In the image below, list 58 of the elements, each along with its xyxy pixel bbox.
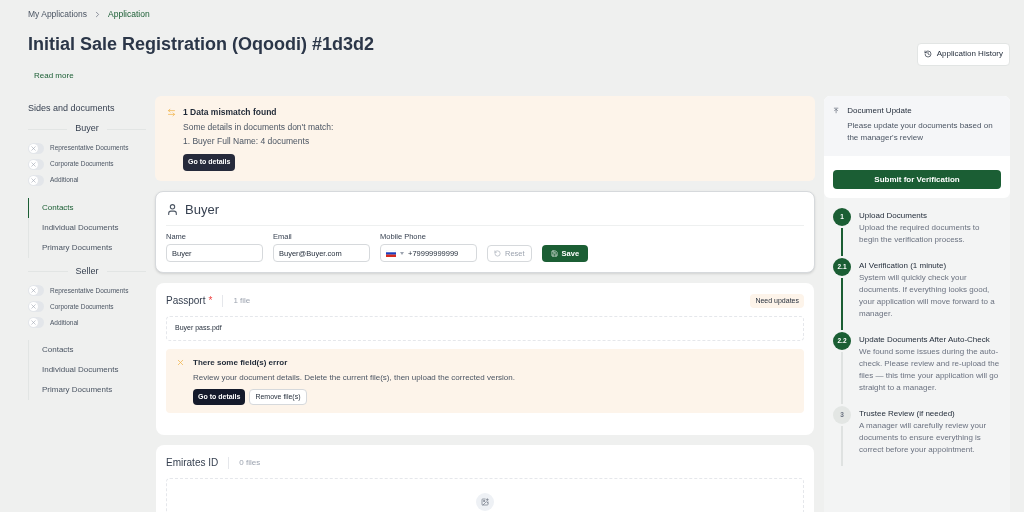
image-icon — [476, 493, 494, 512]
close-icon — [30, 144, 37, 152]
breadcrumb-link[interactable]: Application — [108, 8, 150, 21]
read-more-link[interactable]: Read more — [34, 69, 375, 82]
nav-item[interactable]: Primary Documents — [28, 380, 146, 401]
close-icon — [30, 176, 37, 184]
flag-icon — [386, 249, 396, 257]
close-icon — [30, 160, 37, 168]
file-count: 1 file — [233, 294, 251, 307]
step-title: Trustee Review (if needed) — [859, 408, 956, 421]
step-text: A manager will carefully review your documents to ensure everything is correct before your appointment. — [859, 420, 988, 457]
side-heading: Seller — [75, 264, 99, 278]
side-heading: Buyer — [75, 122, 99, 136]
error-title: There some field(s) error — [193, 356, 289, 369]
file-count: 0 files — [239, 456, 261, 469]
toggle-switch[interactable] — [28, 174, 44, 186]
step-text: We found some issues during the auto-check. Please review and re-upload the files — this time your application will go straight to a manager. — [859, 346, 1001, 395]
required-mark: * — [208, 294, 213, 309]
card-title: Buyer — [185, 200, 219, 219]
step-text: System will quickly check your documents. If everything looks good, your application will move forward to a manager. — [859, 272, 996, 321]
history-button[interactable]: Application History — [916, 42, 1010, 66]
toggle-switch[interactable] — [28, 158, 44, 170]
toggle-switch[interactable] — [28, 317, 44, 329]
floppy-disk-icon — [550, 250, 558, 258]
error-icon — [176, 357, 185, 367]
step-title: AI Verification (1 minute) — [859, 260, 948, 273]
submit-button[interactable]: Submit for Verification — [833, 170, 1001, 190]
nav-item[interactable]: Contacts — [28, 340, 146, 361]
update-title: Document Update — [847, 104, 913, 117]
step-title: Update Documents After Auto-Check — [859, 334, 991, 347]
toggle-switch[interactable] — [28, 142, 44, 154]
warning-text: Some details in documents don't match: — [183, 120, 334, 134]
reset-icon — [494, 250, 501, 258]
close-icon — [30, 303, 37, 311]
document-title: Emirates ID — [166, 456, 219, 471]
warning-title: 1 Data mismatch found — [183, 105, 278, 119]
page-title: Initial Sale Registration (Oqoodi) #1d3d2 — [28, 32, 375, 56]
swap-icon — [167, 107, 176, 117]
toggle-switch[interactable] — [28, 301, 44, 313]
step-text: Upload the required documents to begin the verification process. — [859, 222, 981, 247]
nav-item[interactable]: Contacts — [28, 197, 146, 218]
error-text: Review your document details. Delete the current file(s), then upload the corrected version. — [193, 371, 515, 384]
warning-text: 1. Buyer Full Name: 4 documents — [183, 135, 311, 148]
nav-item[interactable]: Primary Documents — [28, 237, 146, 258]
upload-icon — [833, 105, 840, 115]
close-icon — [30, 287, 37, 295]
breadcrumb-link[interactable]: My Applications — [28, 8, 88, 21]
history-icon — [923, 50, 932, 59]
step-title: Upload Documents — [859, 210, 929, 223]
sidebar-title: Sides and documents — [28, 101, 116, 115]
document-title: Passport — [166, 294, 206, 309]
caret-icon — [400, 251, 404, 255]
toggle-switch[interactable] — [28, 285, 44, 297]
user-icon — [166, 202, 179, 216]
nav-item[interactable]: Individual Documents — [28, 360, 146, 381]
nav-item[interactable]: Individual Documents — [28, 217, 146, 238]
update-text: Please update your documents based on the manager's review — [847, 119, 994, 144]
close-icon — [30, 319, 37, 327]
